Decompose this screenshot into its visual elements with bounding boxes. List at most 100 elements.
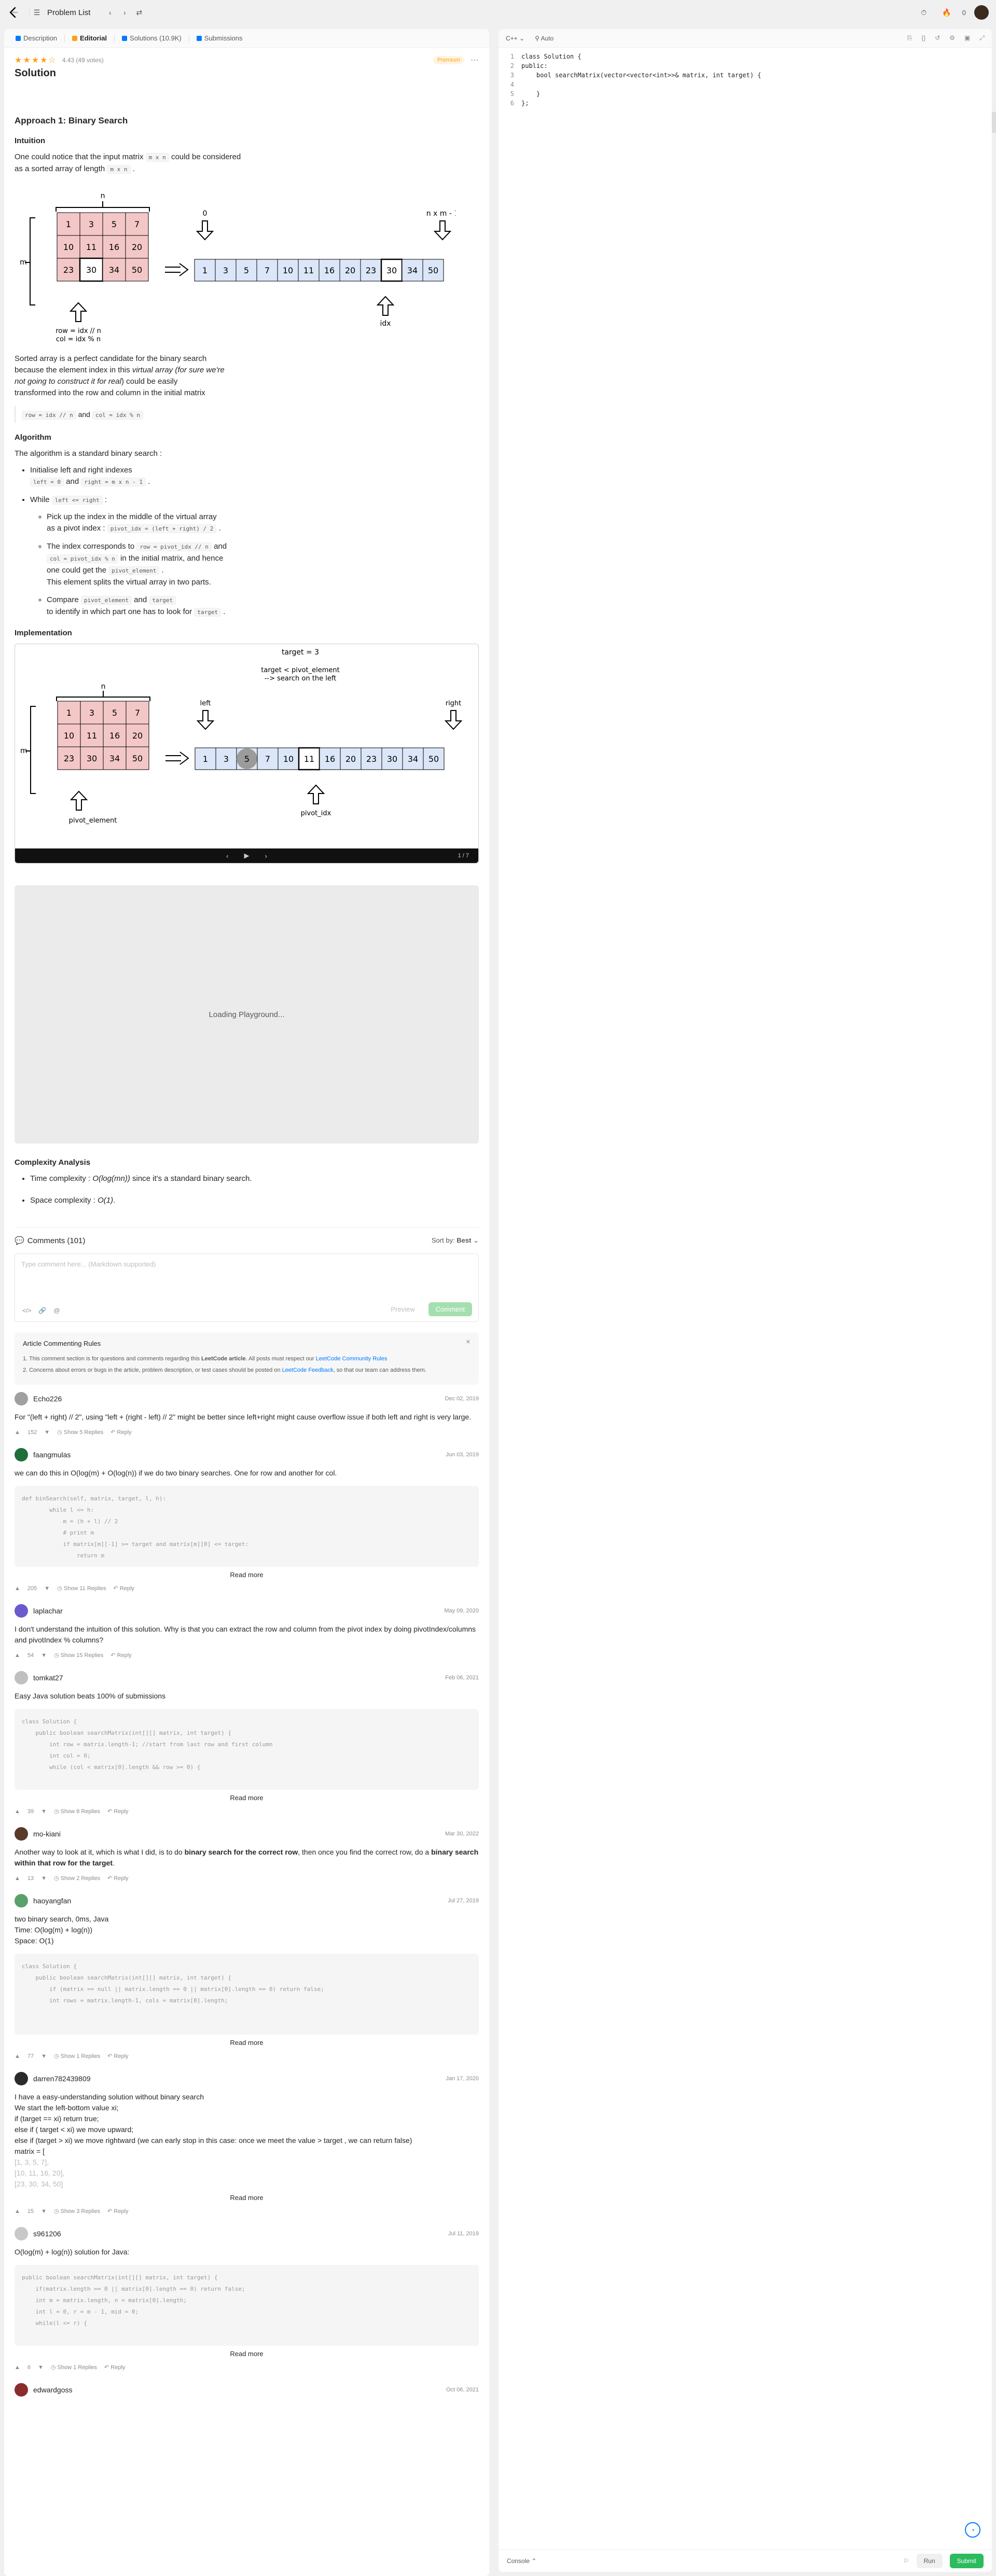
comment-author[interactable]: laplachar — [33, 1607, 63, 1615]
reply-button[interactable]: ↶ Reply — [104, 2364, 125, 2371]
downvote-icon[interactable]: ▼ — [44, 1429, 50, 1436]
run-button[interactable]: Run — [916, 2553, 943, 2568]
comment-author[interactable]: faangmulas — [33, 1451, 71, 1459]
comment-button[interactable]: Comment — [428, 1302, 472, 1316]
read-more-button[interactable]: Read more — [15, 2039, 479, 2046]
read-more-button[interactable]: Read more — [15, 1571, 479, 1579]
upvote-icon[interactable]: ▲ — [15, 1652, 20, 1659]
next-slide-icon[interactable]: › — [265, 852, 267, 860]
comment-author[interactable]: mo-kiani — [33, 1830, 61, 1838]
bookmark-icon[interactable]: ⎘ — [907, 34, 912, 42]
upvote-icon[interactable]: ▲ — [15, 1429, 20, 1436]
star-rating-icon[interactable]: ★★★★☆ — [15, 55, 57, 65]
avatar[interactable] — [15, 1671, 28, 1684]
downvote-icon[interactable]: ▼ — [41, 2208, 47, 2215]
sort-dropdown[interactable]: Sort by: Best ⌄ — [432, 1236, 479, 1245]
downvote-icon[interactable]: ▼ — [41, 1808, 47, 1815]
read-more-button[interactable]: Read more — [15, 1794, 479, 1802]
upvote-icon[interactable]: ▲ — [15, 1875, 20, 1882]
show-replies-button[interactable]: ◷ Show 5 Replies — [57, 1429, 103, 1436]
reply-button[interactable]: ↶ Reply — [107, 2208, 128, 2215]
reply-button[interactable]: ↶ Reply — [110, 1652, 131, 1659]
settings-icon[interactable]: ⚙ — [949, 34, 955, 42]
chat-icon[interactable]: ◔ — [965, 2522, 980, 2538]
downvote-icon[interactable]: ▼ — [38, 2364, 44, 2371]
show-replies-button[interactable]: ◷ Show 3 Replies — [54, 2208, 100, 2215]
braces-icon[interactable]: {} — [921, 34, 925, 42]
reply-button[interactable]: ↶ Reply — [110, 1429, 131, 1436]
show-replies-button[interactable]: ◷ Show 8 Replies — [54, 1808, 100, 1815]
problem-list-link[interactable]: Problem List — [47, 8, 90, 17]
downvote-icon[interactable]: ▼ — [41, 1875, 47, 1882]
comment-author[interactable]: darren782439809 — [33, 2074, 91, 2083]
show-replies-button[interactable]: ◷ Show 2 Replies — [54, 1875, 100, 1882]
avatar[interactable] — [15, 1392, 28, 1405]
comment-author[interactable]: tomkat27 — [33, 1674, 63, 1682]
prev-slide-icon[interactable]: ‹ — [226, 852, 228, 860]
comment-author[interactable]: s961206 — [33, 2230, 61, 2238]
avatar[interactable] — [15, 2383, 28, 2397]
upvote-icon[interactable]: ▲ — [15, 1808, 20, 1815]
downvote-icon[interactable]: ▼ — [44, 1585, 50, 1592]
show-replies-button[interactable]: ◷ Show 15 Replies — [54, 1652, 103, 1659]
debug-icon[interactable]: ⚐ — [904, 2557, 909, 2565]
tab-description[interactable]: Description — [10, 31, 62, 45]
preview-button[interactable]: Preview — [384, 1303, 421, 1316]
show-replies-button[interactable]: ◷ Show 11 Replies — [57, 1585, 106, 1592]
comment-author[interactable]: haoyangfan — [33, 1897, 71, 1905]
playground[interactable]: Loading Playground... — [15, 885, 479, 1144]
language-select[interactable]: C++ ⌄ — [506, 35, 524, 42]
layout-icon[interactable]: ▣ — [964, 34, 970, 42]
show-replies-button[interactable]: ◷ Show 1 Replies — [51, 2364, 97, 2371]
console-toggle[interactable]: Console ⌃ — [507, 2557, 536, 2565]
link-icon[interactable]: 🔗 — [38, 1307, 46, 1314]
reply-button[interactable]: ↶ Reply — [114, 1585, 134, 1592]
code-icon[interactable]: </> — [22, 1307, 31, 1314]
upvote-icon[interactable]: ▲ — [15, 2208, 20, 2215]
downvote-icon[interactable]: ▼ — [41, 2053, 47, 2059]
premium-icon[interactable]: 🔥 — [939, 5, 954, 20]
next-problem-icon[interactable]: › — [117, 5, 132, 20]
downvote-icon[interactable]: ▼ — [41, 1652, 47, 1659]
avatar[interactable] — [15, 2227, 28, 2240]
problem-list-icon[interactable]: ☰ — [30, 5, 44, 20]
show-replies-button[interactable]: ◷ Show 1 Replies — [54, 2053, 100, 2059]
upvote-icon[interactable]: ▲ — [15, 1585, 20, 1592]
prev-problem-icon[interactable]: ‹ — [103, 5, 117, 20]
reply-button[interactable]: ↶ Reply — [107, 1875, 128, 1882]
more-icon[interactable]: ⋯ — [471, 55, 479, 65]
upvote-icon[interactable]: ▲ — [15, 2053, 20, 2059]
timer-icon[interactable]: ⏱ — [917, 5, 931, 20]
avatar[interactable] — [974, 5, 989, 20]
reply-button[interactable]: ↶ Reply — [107, 1808, 128, 1815]
read-more-button[interactable]: Read more — [15, 2194, 479, 2202]
tab-editorial[interactable]: Editorial — [67, 31, 112, 45]
avatar[interactable] — [15, 1448, 28, 1461]
close-icon[interactable]: ✕ — [466, 1339, 471, 1345]
feedback-link[interactable]: LeetCode Feedback — [282, 1367, 334, 1373]
submit-button[interactable]: Submit — [949, 2553, 984, 2568]
leetcode-logo-icon[interactable] — [7, 6, 20, 19]
reply-button[interactable]: ↶ Reply — [107, 2053, 128, 2059]
reset-icon[interactable]: ↺ — [935, 34, 940, 42]
shuffle-icon[interactable]: ⇄ — [132, 5, 146, 20]
comment-author[interactable]: edwardgoss — [33, 2386, 73, 2394]
play-icon[interactable]: ▶ — [244, 852, 250, 860]
complexity-list: Time complexity : O(log(mn)) since it's … — [15, 1173, 479, 1206]
tab-submissions[interactable]: Submissions — [191, 31, 248, 45]
autocomplete-toggle[interactable]: ⚲ Auto — [535, 35, 554, 42]
fullscreen-icon[interactable]: ⤢ — [979, 34, 985, 42]
comment-author[interactable]: Echo226 — [33, 1395, 62, 1403]
community-rules-link[interactable]: LeetCode Community Rules — [316, 1356, 388, 1362]
tab-solutions[interactable]: Solutions (10.9K) — [117, 31, 187, 45]
avatar[interactable] — [15, 2072, 28, 2085]
comment-input[interactable]: Type comment here... (Markdown supported… — [15, 1254, 478, 1274]
mention-icon[interactable]: @ — [53, 1307, 60, 1314]
comment-editor[interactable]: Type comment here... (Markdown supported… — [15, 1254, 479, 1322]
read-more-button[interactable]: Read more — [15, 2350, 479, 2358]
avatar[interactable] — [15, 1894, 28, 1907]
avatar[interactable] — [15, 1604, 28, 1618]
upvote-icon[interactable]: ▲ — [15, 2364, 20, 2371]
code-editor[interactable]: 1 class Solution {2 public: 3 bool searchMa… — [499, 48, 992, 108]
avatar[interactable] — [15, 1827, 28, 1841]
